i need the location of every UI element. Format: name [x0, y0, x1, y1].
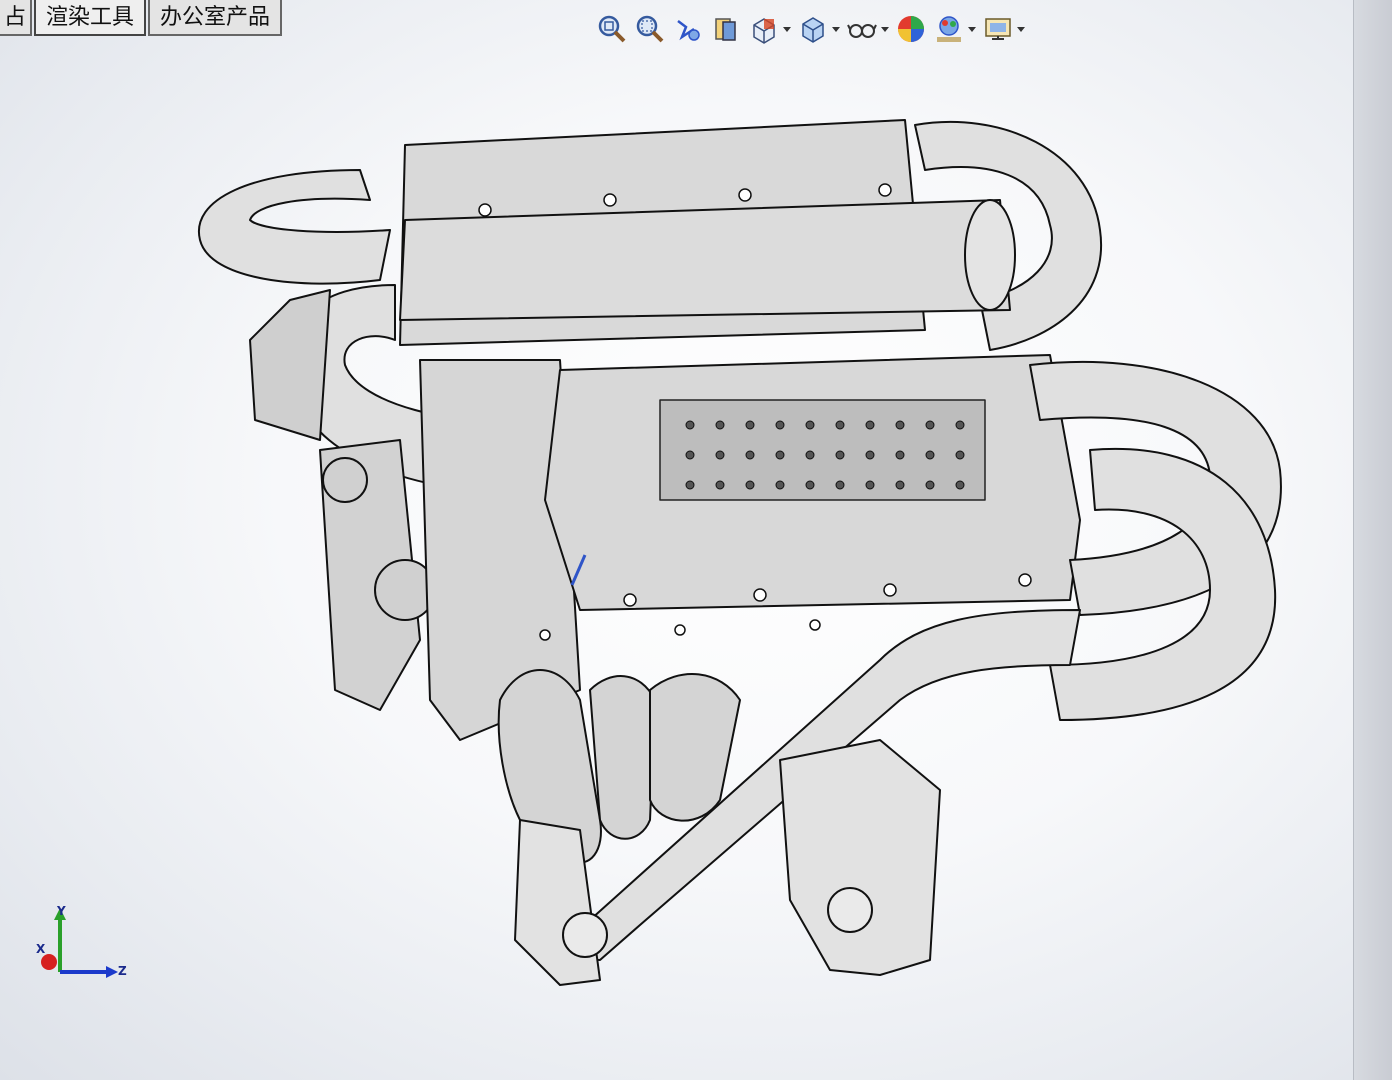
- tab-office-products[interactable]: 办公室产品: [148, 0, 283, 36]
- apply-scene-dropdown-icon[interactable]: [968, 26, 976, 32]
- exhaust-header-center: [589, 675, 656, 840]
- front-bracket: [249, 289, 331, 441]
- tab-render-tools[interactable]: 渲染工具: [34, 0, 147, 36]
- triad-x-label: X: [36, 942, 46, 956]
- command-manager-tabs: 占 渲染工具 办公室产品: [0, 0, 284, 40]
- task-pane-strip[interactable]: [1353, 0, 1392, 1080]
- triad-z-label: Z: [118, 964, 127, 978]
- tab-partial[interactable]: 占: [0, 0, 33, 36]
- view-settings-dropdown-icon[interactable]: [1017, 26, 1025, 32]
- hide-show-items-dropdown-icon[interactable]: [881, 26, 889, 32]
- engine-assembly-graphics-area[interactable]: [0, 40, 1354, 1080]
- cover-mesh-panel: [659, 399, 986, 501]
- display-style-dropdown-icon[interactable]: [832, 26, 840, 32]
- exhaust-collector-right: [779, 739, 941, 976]
- view-orientation-dropdown-icon[interactable]: [783, 26, 791, 32]
- intake-runner-left-upper: [197, 169, 391, 285]
- triad-y-label: Y: [57, 904, 66, 918]
- coordinate-triad: Y X Z: [30, 900, 140, 990]
